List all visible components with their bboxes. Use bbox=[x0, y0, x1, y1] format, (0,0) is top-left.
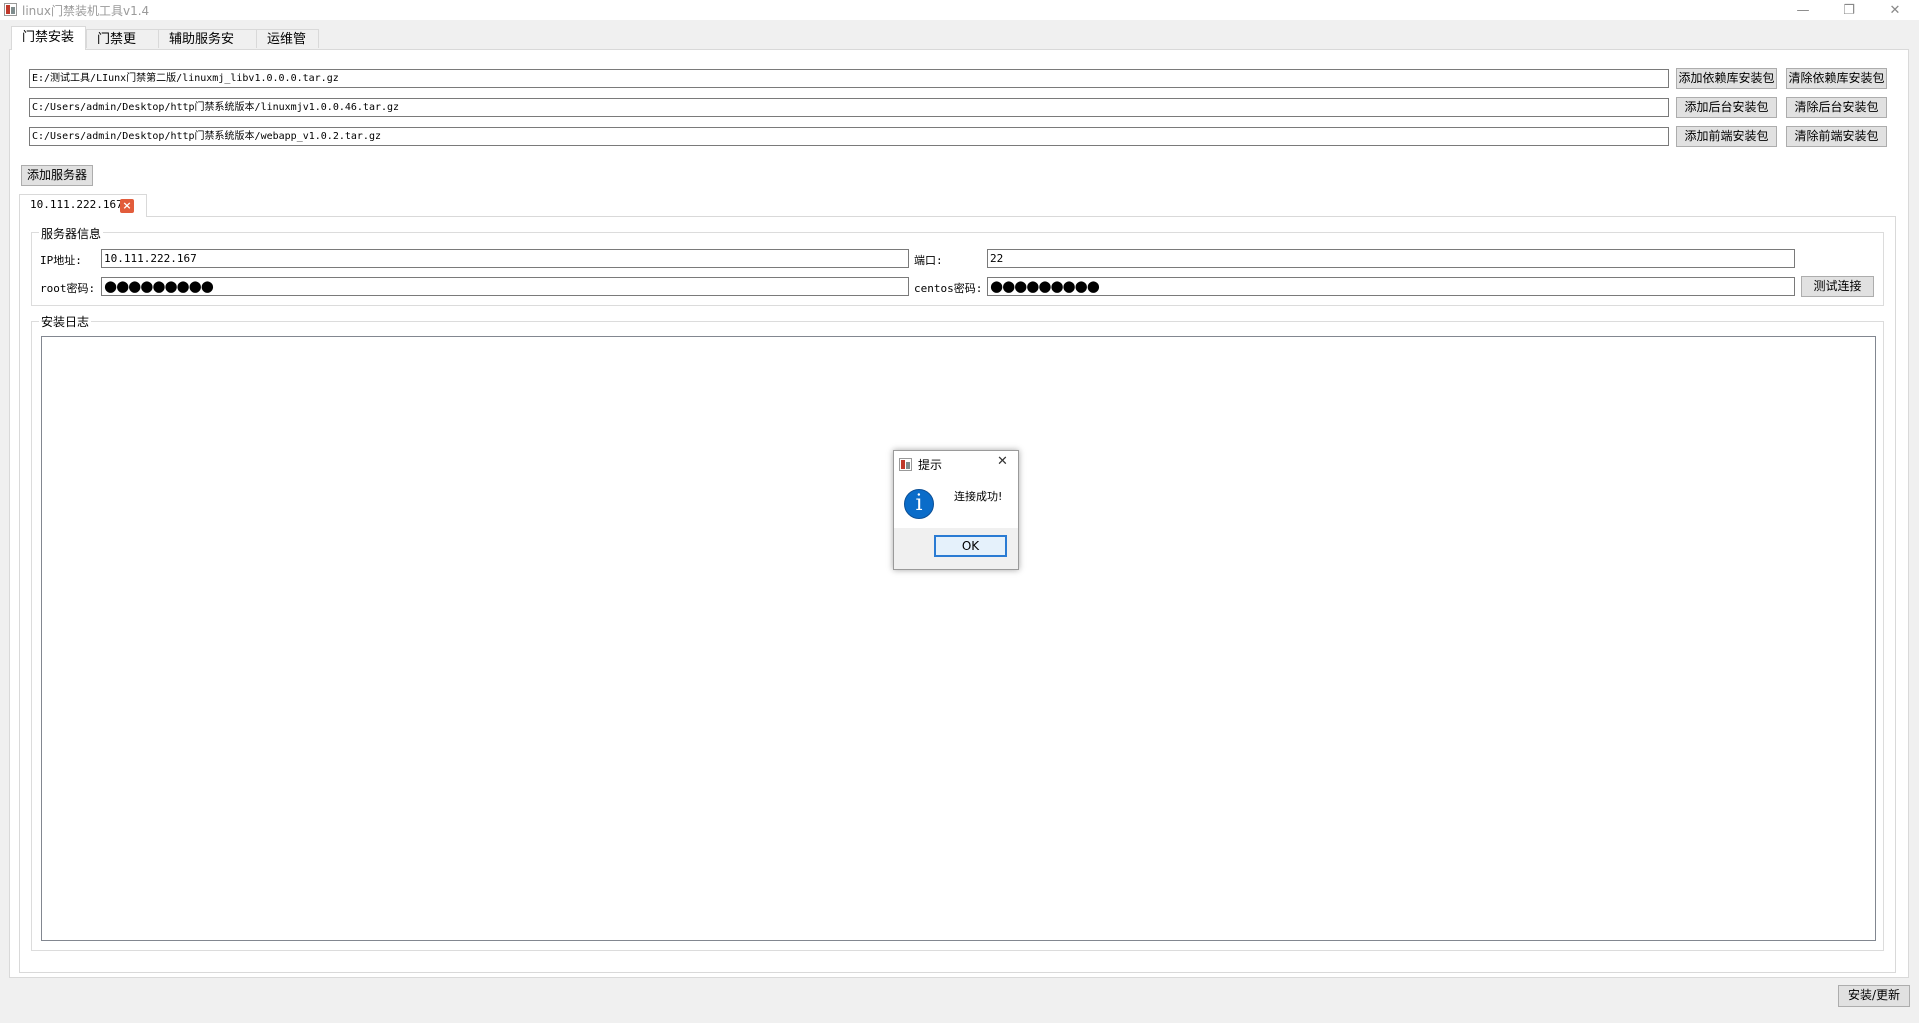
add-dependency-package-button[interactable]: 添加依赖库安装包 bbox=[1676, 68, 1777, 89]
tab-label: 门禁安装 bbox=[22, 30, 75, 45]
port-input[interactable]: 22 bbox=[987, 249, 1795, 268]
server-tab-label: 10.111.222.167 bbox=[30, 198, 123, 211]
port-label: 端口: bbox=[914, 254, 943, 267]
server-tab[interactable]: 10.111.222.167 × bbox=[19, 194, 147, 217]
test-connection-button[interactable]: 测试连接 bbox=[1801, 276, 1874, 297]
clear-frontend-package-button[interactable]: 清除前端安装包 bbox=[1786, 126, 1887, 147]
install-log-title: 安装日志 bbox=[39, 313, 92, 330]
install-log-textarea[interactable] bbox=[41, 336, 1876, 941]
tab-aux-service-install[interactable]: 辅助服务安装 bbox=[158, 29, 257, 66]
tab-door-update[interactable]: 门禁更新 bbox=[86, 29, 159, 66]
backend-package-path[interactable]: C:/Users/admin/Desktop/http门禁系统版本/linuxm… bbox=[29, 98, 1669, 117]
info-icon: i bbox=[904, 489, 934, 519]
clear-dependency-package-button[interactable]: 清除依赖库安装包 bbox=[1786, 68, 1887, 89]
minimize-button[interactable]: — bbox=[1780, 0, 1826, 20]
clear-backend-package-button[interactable]: 清除后台安装包 bbox=[1786, 97, 1887, 118]
centos-password-label: centos密码: bbox=[914, 282, 983, 295]
add-server-button[interactable]: 添加服务器 bbox=[21, 165, 93, 186]
close-icon: ✕ bbox=[1889, 2, 1901, 18]
add-frontend-package-button[interactable]: 添加前端安装包 bbox=[1676, 126, 1777, 147]
close-icon[interactable]: × bbox=[120, 199, 134, 213]
centos-password-input[interactable]: ●●●●●●●●● bbox=[987, 277, 1795, 296]
add-backend-package-button[interactable]: 添加后台安装包 bbox=[1676, 97, 1777, 118]
dialog-title: 提示 bbox=[918, 458, 943, 472]
window-title: linux门禁装机工具v1.4 bbox=[22, 4, 150, 18]
title-bar: linux门禁装机工具v1.4 — ❐ ✕ bbox=[0, 0, 1919, 20]
restore-button[interactable]: ❐ bbox=[1826, 0, 1872, 20]
message-dialog: 提示 ✕ i 连接成功! OK bbox=[893, 450, 1019, 570]
dependency-package-path[interactable]: E:/测试工具/LIunx门禁第二版/linuxmj_libv1.0.0.0.t… bbox=[29, 69, 1669, 88]
tab-door-install[interactable]: 门禁安装 bbox=[11, 26, 86, 50]
dialog-message: 连接成功! bbox=[954, 490, 1003, 503]
root-password-label: root密码: bbox=[40, 282, 96, 295]
ok-button[interactable]: OK bbox=[934, 535, 1007, 557]
app-icon bbox=[899, 458, 912, 471]
restore-icon: ❐ bbox=[1843, 2, 1855, 18]
server-info-title: 服务器信息 bbox=[39, 225, 104, 242]
ip-label: IP地址: bbox=[40, 254, 82, 267]
install-update-button[interactable]: 安装/更新 bbox=[1838, 985, 1910, 1007]
root-password-input[interactable]: ●●●●●●●●● bbox=[101, 277, 909, 296]
tab-ops-management[interactable]: 运维管理 bbox=[256, 29, 319, 66]
close-button[interactable]: ✕ bbox=[1872, 0, 1918, 20]
app-icon bbox=[4, 3, 17, 16]
frontend-package-path[interactable]: C:/Users/admin/Desktop/http门禁系统版本/webapp… bbox=[29, 127, 1669, 146]
minimize-icon: — bbox=[1796, 2, 1810, 18]
ip-input[interactable]: 10.111.222.167 bbox=[101, 249, 909, 268]
dialog-close-icon[interactable]: ✕ bbox=[997, 454, 1008, 469]
